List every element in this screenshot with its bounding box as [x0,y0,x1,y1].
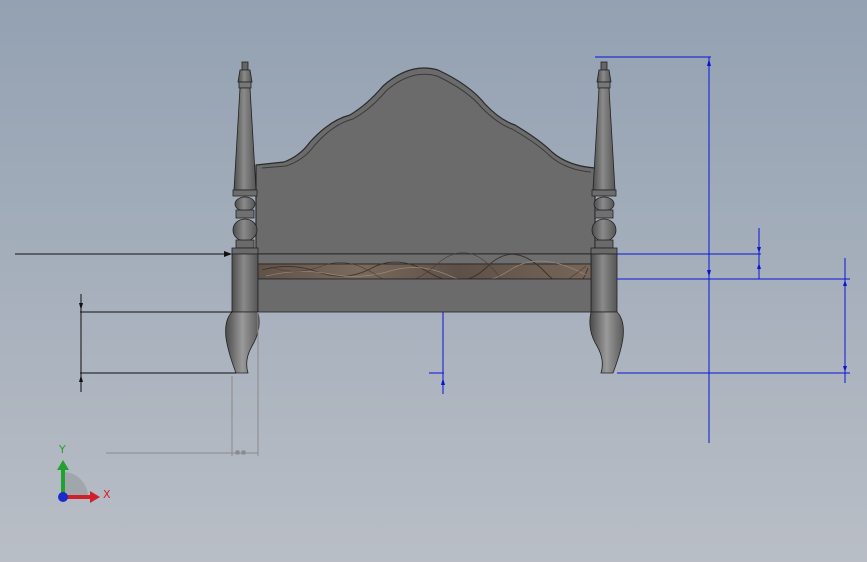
graphics-viewport[interactable]: Y X [0,0,867,562]
right-bedpost[interactable] [590,61,618,313]
left-leg[interactable] [225,311,260,374]
headboard[interactable] [255,67,596,255]
left-dimension-annotations[interactable] [15,251,236,392]
right-leg[interactable] [589,311,624,374]
model-view[interactable] [0,0,867,562]
bed-frame[interactable] [257,252,592,313]
left-bedpost[interactable] [231,61,259,313]
coordinate-triad-icon [57,460,100,503]
axis-label-y: Y [59,443,66,456]
axis-label-x: X [103,488,111,501]
